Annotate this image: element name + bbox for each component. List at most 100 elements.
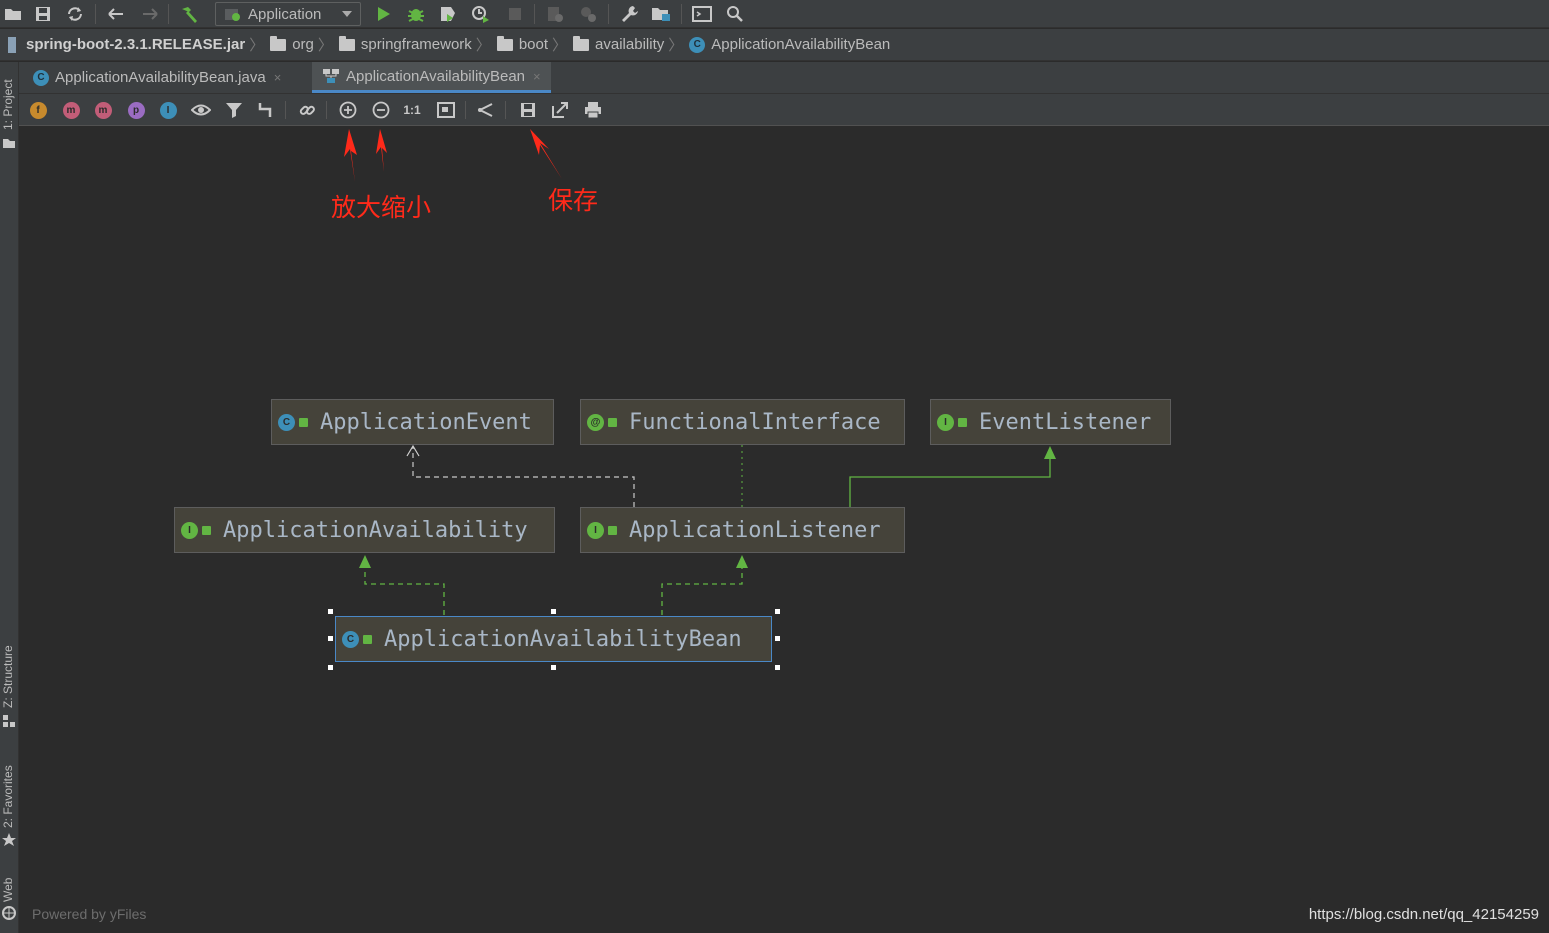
layout-button[interactable] bbox=[476, 100, 496, 120]
close-icon[interactable]: × bbox=[274, 70, 282, 85]
jar-icon bbox=[8, 36, 16, 53]
breadcrumb-item-class[interactable]: C ApplicationAvailabilityBean bbox=[689, 36, 890, 53]
selection-handle[interactable] bbox=[551, 609, 556, 614]
selection-handle[interactable] bbox=[328, 609, 333, 614]
structure-icon bbox=[3, 715, 15, 727]
breadcrumb-item-availability[interactable]: availability bbox=[573, 35, 664, 53]
attach-debugger-icon[interactable] bbox=[544, 3, 566, 25]
project-tool-button[interactable]: 1: Project bbox=[1, 79, 15, 130]
zoom-in-button[interactable] bbox=[338, 100, 358, 120]
edge-bean-to-listener bbox=[661, 566, 743, 615]
node-label: EventListener bbox=[979, 409, 1152, 435]
fit-content-button[interactable] bbox=[436, 100, 456, 120]
edge-bean-to-availability bbox=[364, 566, 445, 615]
breadcrumb-item-boot[interactable]: boot bbox=[496, 35, 548, 53]
zoom-out-button[interactable] bbox=[371, 100, 391, 120]
forward-arrow-icon[interactable] bbox=[139, 3, 161, 25]
run-with-coverage-icon[interactable] bbox=[437, 3, 459, 25]
filter-icon bbox=[226, 103, 242, 118]
back-arrow-icon[interactable] bbox=[105, 3, 127, 25]
show-inner-classes-button[interactable]: I bbox=[158, 100, 178, 120]
show-fields-button[interactable]: f bbox=[28, 100, 48, 120]
fit-content-icon bbox=[437, 102, 455, 118]
public-access-icon bbox=[608, 417, 617, 427]
debug-bug-icon[interactable] bbox=[405, 3, 427, 25]
print-icon bbox=[585, 102, 601, 119]
class-icon: C bbox=[342, 630, 359, 648]
breadcrumb-separator: 〉 bbox=[475, 37, 491, 54]
run-configuration-select[interactable]: Application bbox=[215, 2, 361, 26]
export-button[interactable] bbox=[550, 100, 570, 120]
filter-button[interactable] bbox=[224, 100, 244, 120]
uml-diagram-icon bbox=[323, 69, 339, 83]
structure-tool-button[interactable]: Z: Structure bbox=[1, 645, 15, 708]
left-tool-strip: 1: Project Z: Structure 2: Favorites Web bbox=[0, 62, 19, 933]
field-icon: f bbox=[29, 101, 47, 119]
globe-icon bbox=[2, 906, 16, 920]
node-label: ApplicationAvailabilityBean bbox=[384, 626, 742, 652]
run-icon[interactable] bbox=[373, 3, 395, 25]
selection-handle[interactable] bbox=[328, 636, 333, 641]
class-file-icon: C bbox=[33, 69, 49, 86]
node-application-availability-bean[interactable]: C ApplicationAvailabilityBean bbox=[335, 616, 772, 662]
node-event-listener[interactable]: I EventListener bbox=[930, 399, 1171, 445]
tab-java-source[interactable]: C ApplicationAvailabilityBean.java × bbox=[23, 62, 291, 93]
breadcrumb-item-springframework[interactable]: springframework bbox=[338, 35, 472, 53]
annotation-type-icon: @ bbox=[587, 413, 604, 431]
run-anything-icon[interactable] bbox=[577, 3, 599, 25]
selection-handle[interactable] bbox=[551, 665, 556, 670]
zoom-in-icon bbox=[339, 101, 357, 119]
save-icon bbox=[521, 103, 535, 117]
build-hammer-icon[interactable] bbox=[178, 3, 200, 25]
node-application-availability[interactable]: I ApplicationAvailability bbox=[174, 507, 555, 553]
property-icon: p bbox=[127, 101, 145, 119]
show-dependencies-button[interactable] bbox=[256, 100, 276, 120]
selection-handle[interactable] bbox=[328, 665, 333, 670]
tab-label: ApplicationAvailabilityBean.java bbox=[55, 69, 266, 86]
print-button[interactable] bbox=[583, 100, 603, 120]
actual-size-button[interactable]: 1:1 bbox=[402, 100, 422, 120]
breadcrumb-item-jar[interactable]: spring-boot-2.3.1.RELEASE.jar bbox=[4, 36, 245, 53]
save-diagram-button[interactable] bbox=[518, 100, 538, 120]
show-properties-button[interactable]: p bbox=[126, 100, 146, 120]
stop-icon[interactable] bbox=[504, 3, 526, 25]
node-application-event[interactable]: C ApplicationEvent bbox=[271, 399, 554, 445]
save-all-icon[interactable] bbox=[32, 3, 54, 25]
profile-icon[interactable] bbox=[470, 3, 492, 25]
node-functional-interface[interactable]: @ FunctionalInterface bbox=[580, 399, 905, 445]
search-icon[interactable] bbox=[724, 3, 746, 25]
selection-handle[interactable] bbox=[775, 609, 780, 614]
close-icon[interactable]: × bbox=[533, 69, 541, 84]
public-access-icon bbox=[299, 417, 308, 427]
method-icon: m bbox=[94, 101, 112, 119]
annotation-arrow-save bbox=[530, 129, 562, 179]
breadcrumb-item-org[interactable]: org bbox=[270, 35, 314, 53]
open-folder-icon[interactable] bbox=[2, 3, 24, 25]
package-folder-icon bbox=[270, 35, 287, 51]
node-application-listener[interactable]: I ApplicationListener bbox=[580, 507, 905, 553]
selection-handle[interactable] bbox=[775, 665, 780, 670]
settings-wrench-icon[interactable] bbox=[619, 3, 641, 25]
run-config-label: Application bbox=[248, 5, 322, 23]
edge-listener-to-eventlistener-arrow bbox=[1044, 446, 1056, 459]
main-toolbar: Application bbox=[0, 0, 1549, 28]
web-tool-button[interactable]: Web bbox=[1, 878, 15, 902]
selection-handle[interactable] bbox=[775, 636, 780, 641]
dependency-icon bbox=[258, 103, 272, 117]
show-methods-button[interactable]: m bbox=[93, 100, 113, 120]
link-button[interactable] bbox=[297, 100, 317, 120]
node-label: ApplicationAvailability bbox=[223, 517, 528, 543]
interface-icon: I bbox=[937, 413, 954, 431]
favorites-tool-button[interactable]: 2: Favorites bbox=[1, 765, 15, 828]
project-structure-icon[interactable] bbox=[650, 3, 672, 25]
watermark: https://blog.csdn.net/qq_42154259 bbox=[1308, 906, 1539, 923]
edge-listener-to-eventlistener bbox=[849, 456, 1051, 507]
show-constructors-button[interactable]: m bbox=[61, 100, 81, 120]
tab-diagram[interactable]: ApplicationAvailabilityBean × bbox=[312, 62, 551, 93]
terminal-window-icon[interactable] bbox=[691, 3, 713, 25]
diagram-canvas[interactable]: 放大缩小 保存 C ApplicationEvent @ FunctionalI… bbox=[19, 127, 1549, 933]
sync-icon[interactable] bbox=[64, 3, 86, 25]
link-icon bbox=[299, 105, 315, 115]
edge-bean-to-listener-arrow bbox=[736, 555, 748, 568]
change-visibility-button[interactable] bbox=[191, 100, 211, 120]
